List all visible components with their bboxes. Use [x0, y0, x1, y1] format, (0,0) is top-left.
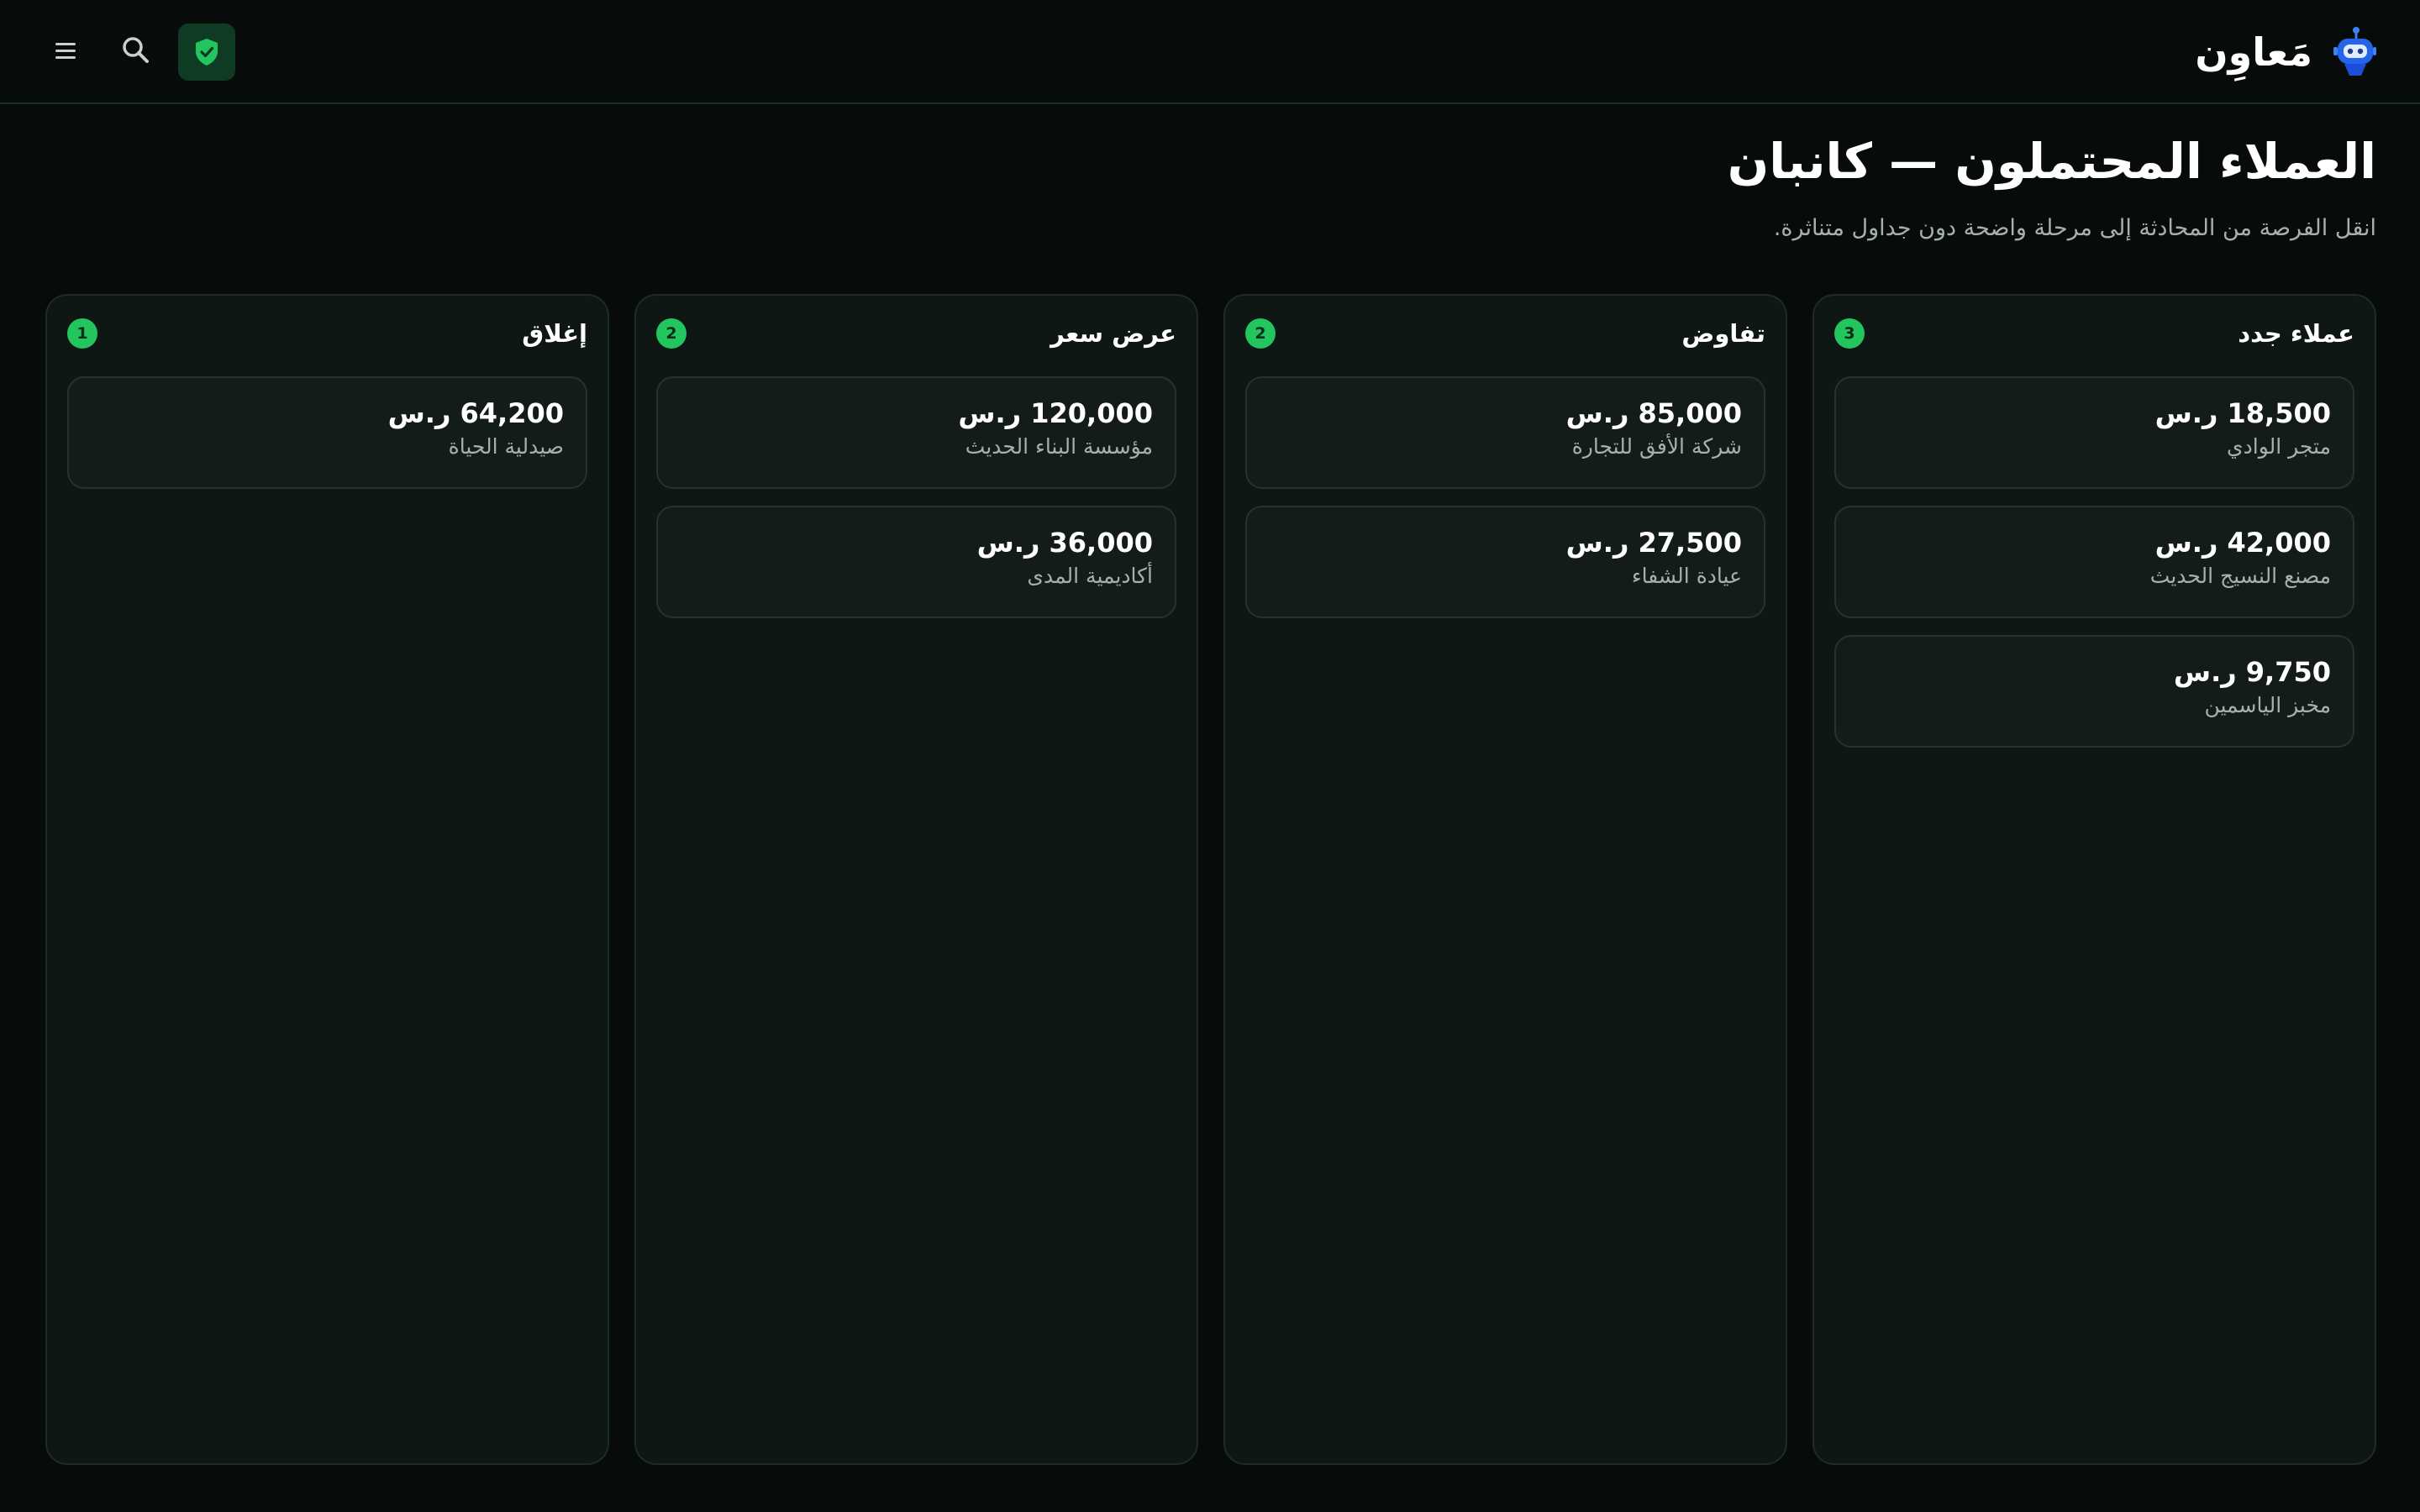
shield-check-icon: [196, 39, 218, 66]
card-company: مؤسسة البناء الحديث: [965, 434, 1153, 459]
lead-card[interactable]: 42,000 ر.س مصنع النسيج الحديث: [1834, 506, 2354, 618]
card-amount: 42,000 ر.س: [2154, 527, 2331, 559]
card-amount: 85,000 ر.س: [1565, 397, 1742, 429]
column-new-leads: عملاء جدد 3 18,500 ر.س متجر الوادي 42,00…: [1812, 294, 2376, 1465]
lead-card[interactable]: 36,000 ر.س أكاديمية المدى: [656, 506, 1176, 618]
lead-card[interactable]: 85,000 ر.س شركة الأفق للتجارة: [1245, 376, 1765, 489]
column-title: عملاء جدد: [2238, 319, 2354, 348]
lead-card[interactable]: 120,000 ر.س مؤسسة البناء الحديث: [656, 376, 1176, 489]
kanban-board: عملاء جدد 3 18,500 ر.س متجر الوادي 42,00…: [44, 294, 2376, 1465]
card-amount: 64,200 ر.س: [387, 397, 564, 429]
lead-card[interactable]: 27,500 ر.س عيادة الشفاء: [1245, 506, 1765, 618]
card-company: مصنع النسيج الحديث: [2149, 564, 2331, 588]
robot-logo: [2333, 27, 2376, 76]
card-amount: 120,000 ر.س: [958, 397, 1153, 429]
column-count-badge: 2: [656, 318, 687, 349]
lead-card[interactable]: 64,200 ر.س صيدلية الحياة: [67, 376, 587, 489]
brand-name: مَعاوِن: [2195, 29, 2312, 75]
column-header: إغلاق 1: [67, 316, 587, 351]
card-company: شركة الأفق للتجارة: [1571, 434, 1742, 459]
column-title: إغلاق: [522, 319, 587, 348]
column-count-badge: 2: [1245, 318, 1276, 349]
card-company: عيادة الشفاء: [1631, 564, 1742, 588]
card-company: أكاديمية المدى: [1027, 564, 1153, 588]
column-header: عرض سعر 2: [656, 316, 1176, 351]
column-count-badge: 3: [1834, 318, 1865, 349]
column-closing: إغلاق 1 64,200 ر.س صيدلية الحياة: [45, 294, 609, 1465]
brand[interactable]: مَعاوِن: [2195, 18, 2376, 86]
top-bar: مَعاوِن: [0, 0, 2420, 104]
page-title: العملاء المحتملون — كانبان: [1727, 133, 2376, 190]
menu-icon[interactable]: [47, 32, 84, 69]
column-quote: عرض سعر 2 120,000 ر.س مؤسسة البناء الحدي…: [634, 294, 1198, 1465]
card-amount: 9,750 ر.س: [2173, 656, 2331, 688]
page-subtitle: انقل الفرصة من المحادثة إلى مرحلة واضحة …: [1773, 215, 2376, 241]
lead-card[interactable]: 9,750 ر.س مخبز الياسمين: [1834, 635, 2354, 748]
card-amount: 18,500 ر.س: [2154, 397, 2331, 429]
card-amount: 36,000 ر.س: [976, 527, 1153, 559]
card-company: متجر الوادي: [2227, 434, 2331, 459]
search-icon[interactable]: [118, 32, 155, 69]
column-header: تفاوض 2: [1245, 316, 1765, 351]
column-header: عملاء جدد 3: [1834, 316, 2354, 351]
column-title: تفاوض: [1681, 319, 1765, 348]
lead-card[interactable]: 18,500 ر.س متجر الوادي: [1834, 376, 2354, 489]
column-negotiation: تفاوض 2 85,000 ر.س شركة الأفق للتجارة 27…: [1223, 294, 1787, 1465]
column-count-badge: 1: [67, 318, 97, 349]
card-company: صيدلية الحياة: [448, 434, 564, 459]
card-company: مخبز الياسمين: [2204, 693, 2331, 717]
column-title: عرض سعر: [1050, 319, 1176, 348]
card-amount: 27,500 ر.س: [1565, 527, 1742, 559]
shield-check-button[interactable]: [178, 24, 235, 81]
